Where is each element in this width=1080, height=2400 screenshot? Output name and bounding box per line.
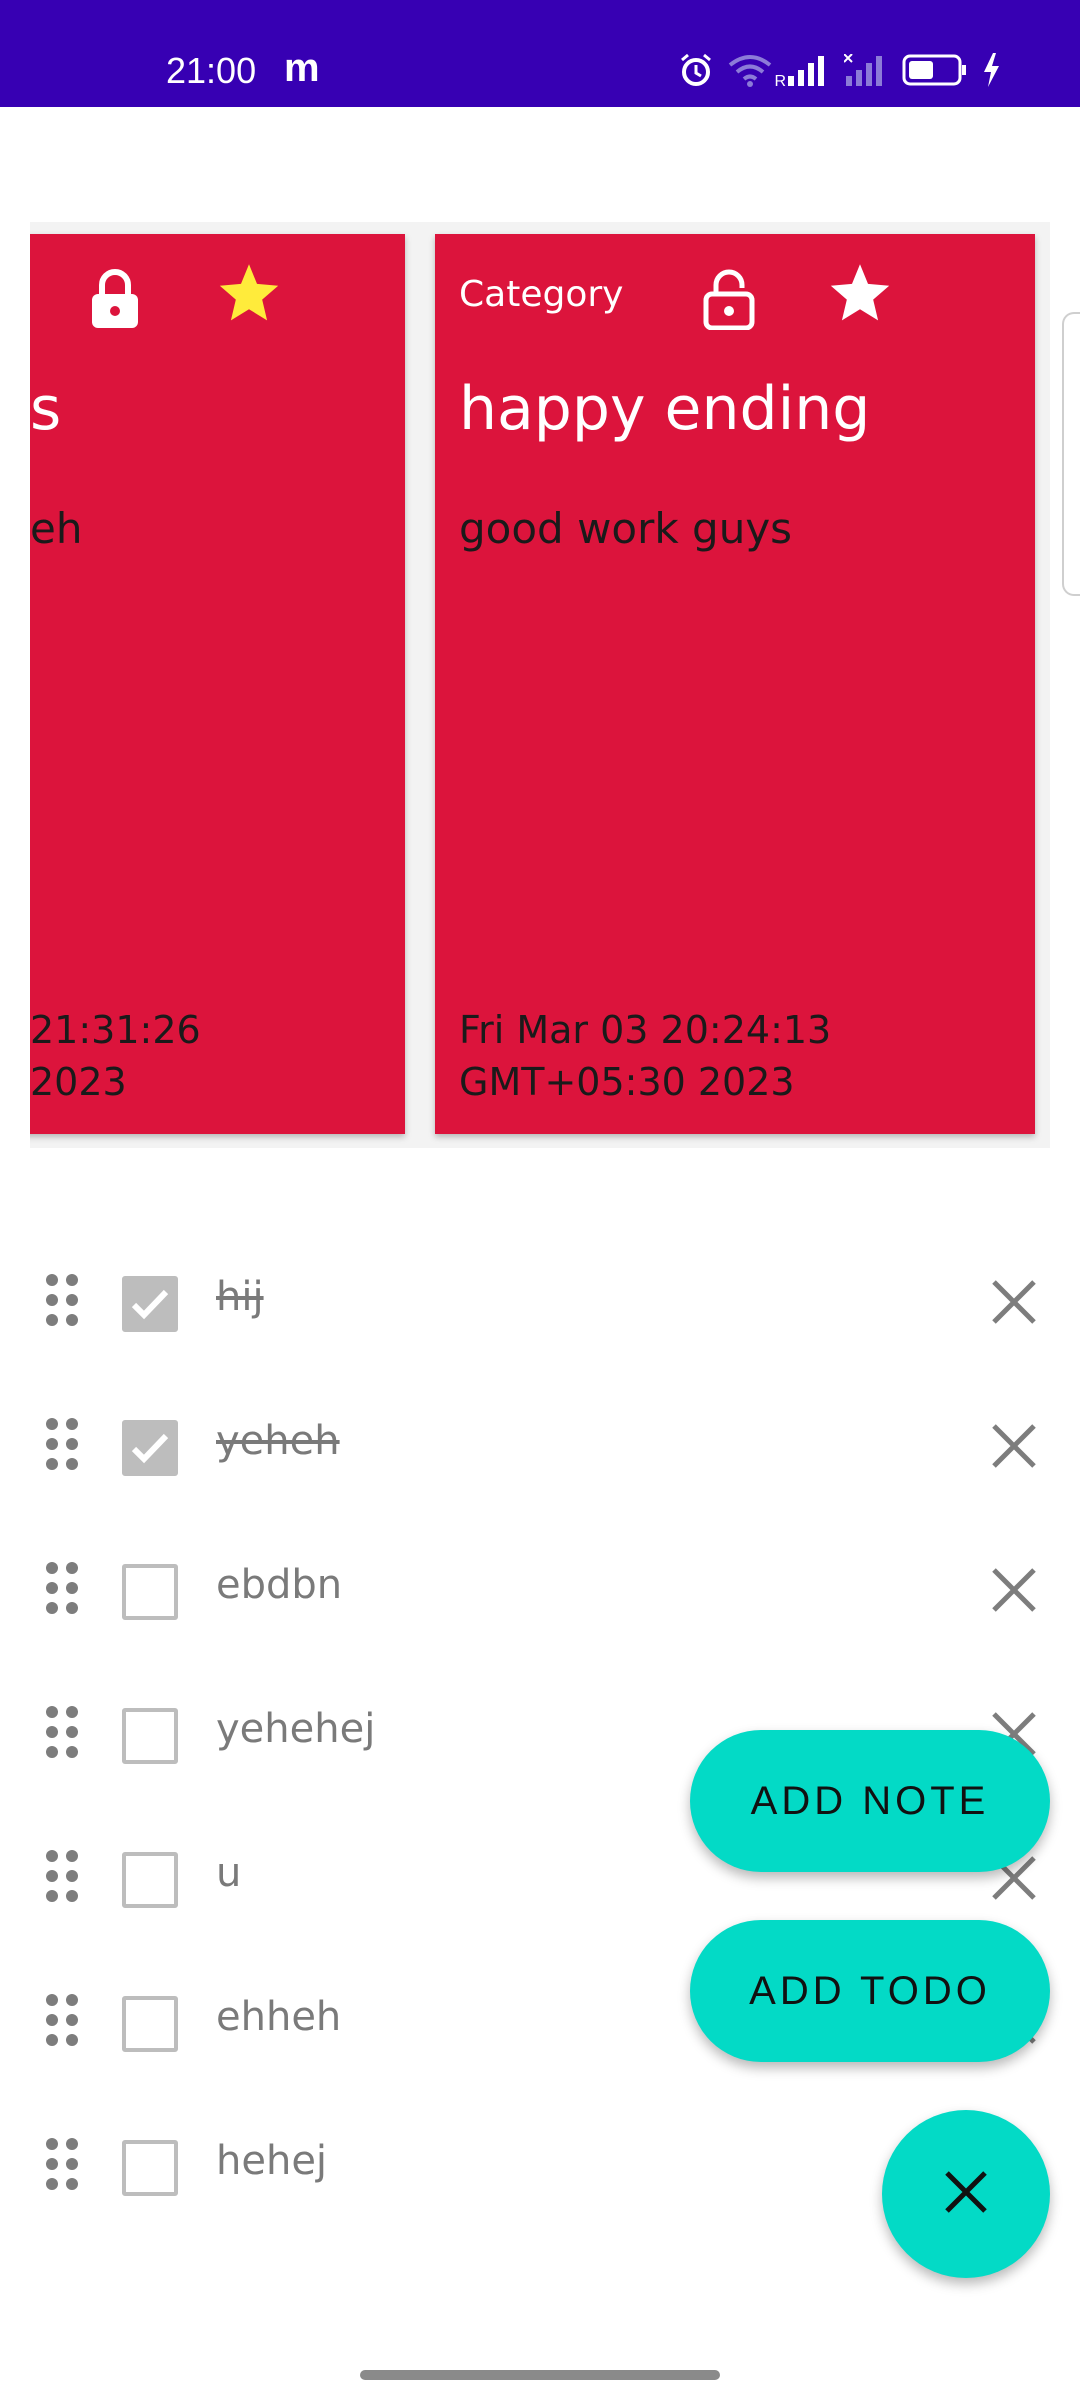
todo-item[interactable]: hij xyxy=(0,1230,1080,1374)
drag-handle-icon[interactable] xyxy=(44,1272,80,1332)
scroll-edge-indicator xyxy=(1062,312,1080,596)
note-body: good work guys xyxy=(459,504,793,553)
signal-icon xyxy=(786,54,830,86)
star-icon[interactable] xyxy=(829,264,891,328)
charging-icon xyxy=(982,53,1000,87)
todo-checkbox[interactable] xyxy=(122,1996,178,2052)
note-date-time: 21:31:26 xyxy=(30,1008,201,1052)
note-body: eh xyxy=(30,504,83,553)
todo-checkbox[interactable] xyxy=(122,1852,178,1908)
drag-handle-icon[interactable] xyxy=(44,1560,80,1620)
status-bar: 21:00 m R xyxy=(0,0,1080,107)
unlock-icon[interactable] xyxy=(703,268,755,334)
drag-handle-icon[interactable] xyxy=(44,1416,80,1476)
drag-handle-icon[interactable] xyxy=(44,2136,80,2196)
status-time: 21:00 xyxy=(166,50,257,91)
todo-checkbox[interactable] xyxy=(122,1708,178,1764)
app-notification-badge: m xyxy=(284,46,320,90)
drag-handle-icon[interactable] xyxy=(44,1704,80,1764)
roaming-label: R xyxy=(774,73,786,90)
todo-text[interactable]: u xyxy=(216,1850,241,1896)
signal-off-icon xyxy=(844,54,888,86)
home-indicator[interactable] xyxy=(360,2370,720,2380)
close-icon[interactable] xyxy=(990,1566,1038,1618)
note-card[interactable]: s eh 21:31:26 2023 xyxy=(30,234,405,1134)
note-title: happy ending xyxy=(459,374,871,444)
todo-text[interactable]: ebdbn xyxy=(216,1562,342,1608)
add-todo-button[interactable]: ADD TODO xyxy=(690,1920,1050,2062)
todo-item[interactable]: ebdbn xyxy=(0,1518,1080,1662)
note-date-year: 2023 xyxy=(30,1060,127,1104)
todo-checkbox[interactable] xyxy=(122,1564,178,1620)
todo-text[interactable]: hij xyxy=(216,1274,264,1320)
wifi-icon: R xyxy=(728,53,786,90)
drag-handle-icon[interactable] xyxy=(44,1848,80,1908)
add-note-button[interactable]: ADD NOTE xyxy=(690,1730,1050,1872)
note-date: Fri Mar 03 20:24:13 GMT+05:30 2023 xyxy=(459,1008,832,1104)
todo-item[interactable]: yeheh xyxy=(0,1374,1080,1518)
todo-text[interactable]: yehehej xyxy=(216,1706,375,1752)
lock-icon[interactable] xyxy=(90,268,140,334)
star-icon[interactable] xyxy=(218,264,280,328)
notes-carousel[interactable]: s eh 21:31:26 2023 Category happy ending… xyxy=(30,222,1050,1148)
close-icon xyxy=(943,2169,989,2219)
todo-text[interactable]: hehej xyxy=(216,2138,327,2184)
status-icons: R xyxy=(678,52,1000,90)
note-card[interactable]: Category happy ending good work guys Fri… xyxy=(435,234,1035,1134)
close-icon[interactable] xyxy=(990,1278,1038,1330)
todo-checkbox[interactable] xyxy=(122,2140,178,2196)
note-title: s xyxy=(30,374,62,444)
note-date: 21:31:26 2023 xyxy=(30,1004,390,1108)
todo-text[interactable]: ehheh xyxy=(216,1994,341,2040)
note-category: Category xyxy=(459,274,624,315)
alarm-icon xyxy=(678,52,714,88)
todo-checkbox[interactable] xyxy=(122,1276,178,1332)
todo-text[interactable]: yeheh xyxy=(216,1418,340,1464)
close-icon[interactable] xyxy=(990,1422,1038,1474)
todo-checkbox[interactable] xyxy=(122,1420,178,1476)
drag-handle-icon[interactable] xyxy=(44,1992,80,2052)
battery-icon xyxy=(902,54,968,86)
close-fab-button[interactable] xyxy=(882,2110,1050,2278)
